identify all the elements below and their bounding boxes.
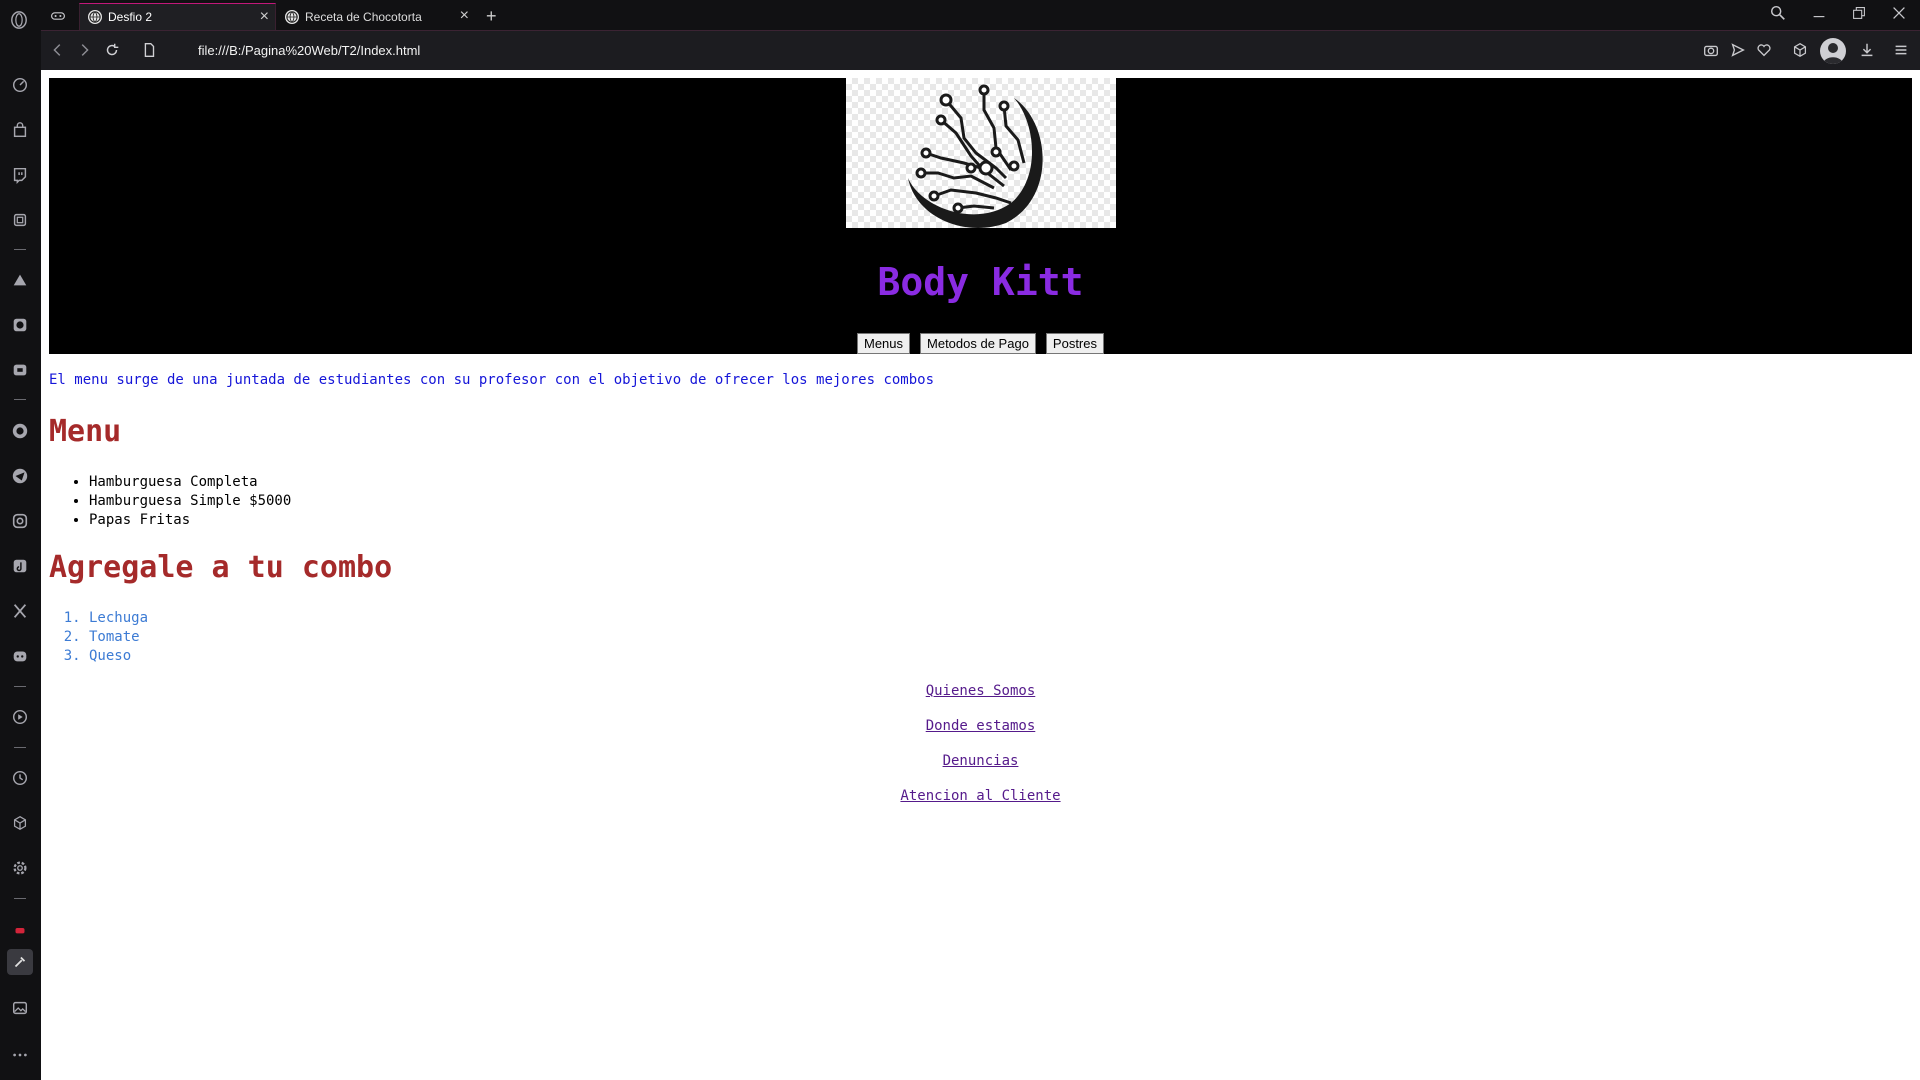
list-item: Queso bbox=[89, 647, 1912, 666]
close-window-icon[interactable] bbox=[1890, 4, 1908, 22]
menu-heading: Menu bbox=[49, 414, 122, 449]
link-atencion-al-cliente[interactable]: Atencion al Cliente bbox=[49, 787, 1912, 806]
combo-heading: Agregale a tu combo bbox=[49, 550, 393, 585]
nav-button-metodos-de-pago[interactable]: Metodos de Pago bbox=[920, 333, 1036, 354]
tab-title: Receta de Chocotorta bbox=[305, 9, 422, 24]
page-viewport: Body Kitt Menus Metodos de Pago Postres … bbox=[41, 70, 1920, 1080]
new-tab-button[interactable]: + bbox=[478, 3, 502, 30]
messenger-icon[interactable] bbox=[10, 315, 30, 335]
camera-icon[interactable] bbox=[1702, 41, 1720, 59]
tab-bar: Desfio 2 × Receta de Chocotorta × + bbox=[41, 0, 1920, 30]
telegram-icon[interactable] bbox=[10, 466, 30, 486]
twitch-icon[interactable] bbox=[10, 165, 30, 185]
footer-links: Quienes Somos Donde estamos Denuncias At… bbox=[49, 682, 1912, 806]
gallery-icon[interactable] bbox=[10, 998, 30, 1018]
player-icon[interactable] bbox=[10, 707, 30, 727]
close-tab-icon[interactable]: × bbox=[260, 9, 269, 25]
minimize-icon[interactable] bbox=[1810, 4, 1828, 22]
sidebar-divider bbox=[14, 249, 26, 250]
settings-icon[interactable] bbox=[10, 858, 30, 878]
instagram-icon[interactable] bbox=[10, 511, 30, 531]
tab-receta-de-chocotorta[interactable]: Receta de Chocotorta × bbox=[277, 3, 475, 30]
site-title: Body Kitt bbox=[877, 260, 1084, 304]
speed-dial-icon[interactable] bbox=[10, 75, 30, 95]
tab-islands-icon[interactable] bbox=[48, 2, 70, 29]
combo-list: Lechuga Tomate Queso bbox=[49, 609, 1912, 666]
heart-icon[interactable] bbox=[1755, 41, 1773, 59]
list-item: Tomate bbox=[89, 628, 1912, 647]
menu-list: Hamburguesa Completa Hamburguesa Simple … bbox=[49, 473, 1912, 530]
web-page: Body Kitt Menus Metodos de Pago Postres … bbox=[49, 78, 1912, 822]
restore-icon[interactable] bbox=[1850, 4, 1868, 22]
sidebar-divider bbox=[14, 686, 26, 687]
sidebar-divider bbox=[14, 747, 26, 748]
tools-icon[interactable] bbox=[7, 949, 33, 975]
aria-icon[interactable] bbox=[10, 270, 30, 290]
link-donde-estamos[interactable]: Donde estamos bbox=[49, 717, 1912, 736]
circuit-tree-logo bbox=[846, 78, 1116, 228]
history-icon[interactable] bbox=[10, 768, 30, 788]
sidebar-divider bbox=[14, 898, 26, 899]
notification-icon[interactable] bbox=[10, 918, 30, 938]
link-denuncias[interactable]: Denuncias bbox=[49, 752, 1912, 771]
address-bar[interactable]: file:///B:/Pagina%20Web/T2/Index.html bbox=[198, 43, 420, 58]
tab-desfio-2[interactable]: Desfio 2 × bbox=[79, 3, 276, 30]
download-icon[interactable] bbox=[1858, 41, 1876, 59]
cube-icon[interactable] bbox=[1791, 41, 1809, 59]
link-quienes-somos[interactable]: Quienes Somos bbox=[49, 682, 1912, 701]
address-toolbar: file:///B:/Pagina%20Web/T2/Index.html bbox=[41, 30, 1920, 70]
more-icon[interactable] bbox=[10, 1045, 30, 1065]
browser-sidebar bbox=[0, 0, 41, 1080]
forward-icon[interactable] bbox=[75, 41, 93, 59]
sidebar-divider bbox=[14, 399, 26, 400]
game-icon[interactable] bbox=[10, 360, 30, 380]
search-tabs-icon[interactable] bbox=[1769, 4, 1787, 22]
tab-title: Desfio 2 bbox=[108, 10, 153, 24]
reload-icon[interactable] bbox=[103, 41, 121, 59]
globe-icon bbox=[88, 10, 102, 24]
nav-button-menus[interactable]: Menus bbox=[856, 333, 911, 354]
list-item: Hamburguesa Completa bbox=[89, 473, 1912, 492]
main-nav: Menus Metodos de Pago Postres bbox=[49, 333, 1912, 354]
list-item: Hamburguesa Simple $5000 bbox=[89, 492, 1912, 511]
back-icon[interactable] bbox=[49, 41, 67, 59]
extensions-icon[interactable] bbox=[10, 210, 30, 230]
list-item: Lechuga bbox=[89, 609, 1912, 628]
list-item: Papas Fritas bbox=[89, 511, 1912, 530]
site-header: Body Kitt Menus Metodos de Pago Postres bbox=[49, 78, 1912, 354]
globe-icon bbox=[285, 9, 299, 24]
tiktok-icon[interactable] bbox=[10, 556, 30, 576]
cube-icon[interactable] bbox=[10, 813, 30, 833]
menu-icon[interactable] bbox=[1892, 41, 1910, 59]
avatar[interactable] bbox=[1820, 38, 1846, 64]
discord-icon[interactable] bbox=[10, 646, 30, 666]
nav-button-postres[interactable]: Postres bbox=[1045, 333, 1104, 354]
intro-text: El menu surge de una juntada de estudian… bbox=[49, 372, 935, 388]
file-icon[interactable] bbox=[140, 41, 158, 59]
whatsapp-icon[interactable] bbox=[10, 421, 30, 441]
shopping-bag-icon[interactable] bbox=[10, 120, 30, 140]
opera-logo-icon[interactable] bbox=[9, 10, 29, 30]
close-tab-icon[interactable]: × bbox=[460, 8, 469, 24]
send-icon[interactable] bbox=[1729, 41, 1747, 59]
x-icon[interactable] bbox=[10, 601, 30, 621]
